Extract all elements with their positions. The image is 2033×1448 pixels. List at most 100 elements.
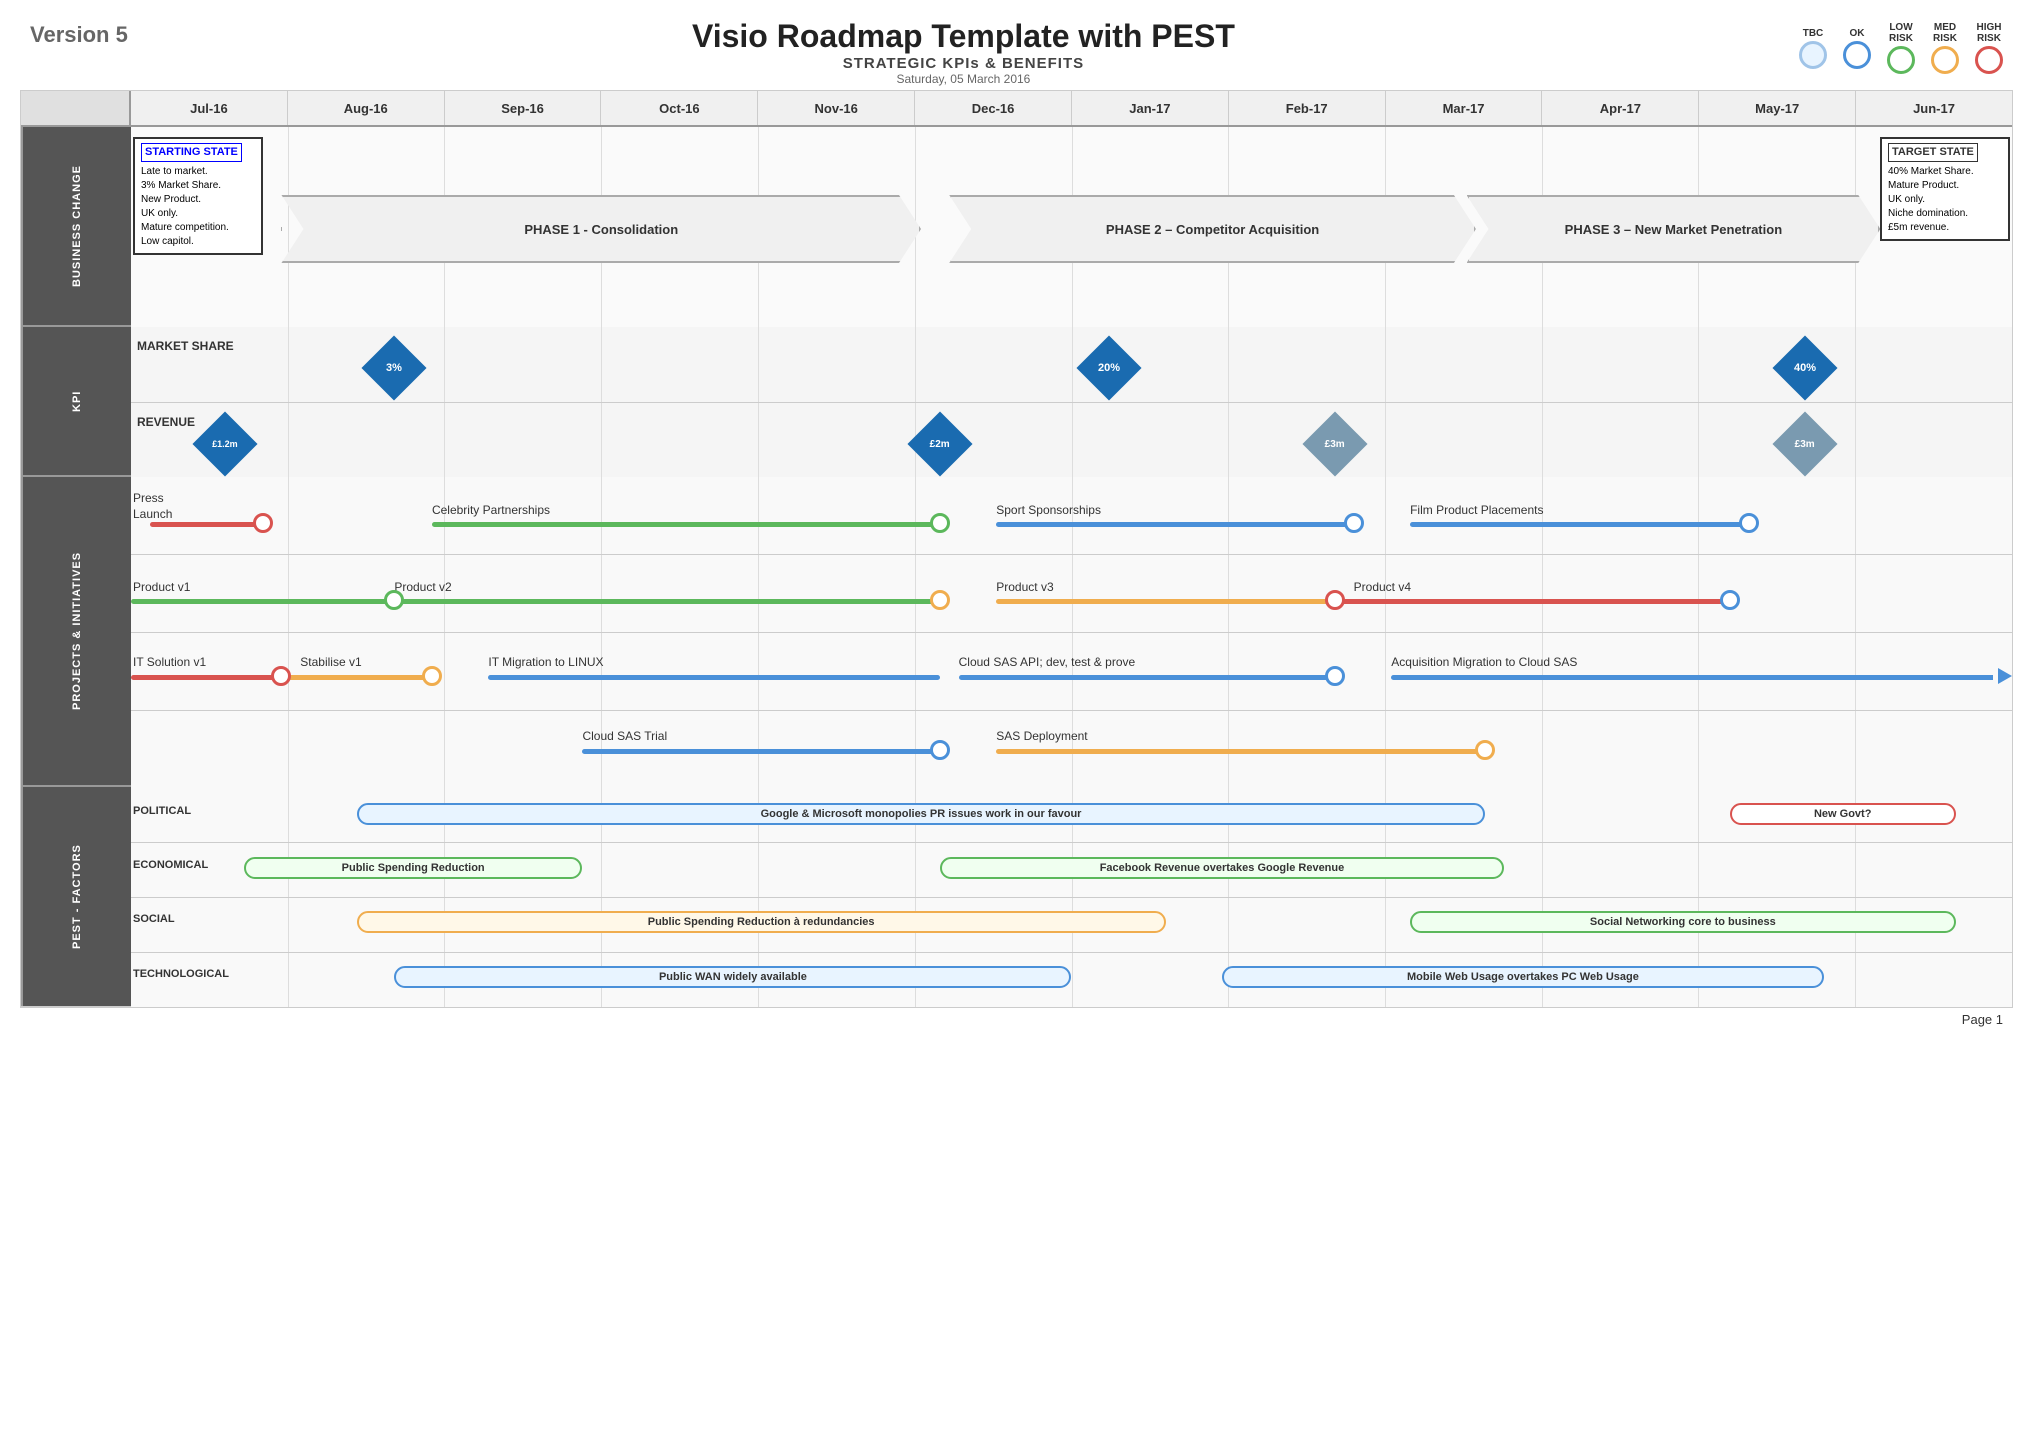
month-dec16: Dec-16 [915,91,1072,125]
kpi-rev-3m-1-text: £3m [1325,438,1345,449]
prodv2-label: Product v2 [394,580,451,594]
business-change-label: BUSINESS CHANGE [21,127,131,325]
kpi-ms-3pct-text: 3% [386,362,402,374]
cloudtrial-line [582,749,939,754]
social-bar1-text: Public Spending Reduction à redundancies [648,916,875,928]
tech-label: TECHNOLOGICAL [133,968,229,980]
kpi-rev-3m-1: £3m [1302,411,1367,476]
month-oct16: Oct-16 [601,91,758,125]
prodv3-line [996,599,1335,604]
legend-ok-label: OK [1850,28,1865,39]
tech-bar2: Mobile Web Usage overtakes PC Web Usage [1222,966,1824,988]
page-number: Page 1 [1962,1012,2003,1027]
celebrity-dot [930,513,950,533]
film-label: Film Product Placements [1410,503,1543,517]
sasdeploy-line [996,749,1485,754]
linux-label: IT Migration to LINUX [488,655,603,669]
phase3-arrow: PHASE 3 – New Market Penetration [1467,195,1881,263]
target-state-box: TARGET STATE 40% Market Share. Mature Pr… [1880,137,2010,241]
prodv4-label: Product v4 [1354,580,1411,594]
tech-bar2-text: Mobile Web Usage overtakes PC Web Usage [1407,971,1639,983]
target-state-line1: 40% Market Share. [1888,165,2002,179]
legend-low-risk: LOWRISK [1887,22,1915,74]
date-label: Saturday, 05 March 2016 [128,72,1799,86]
econ-bar2-text: Facebook Revenue overtakes Google Revenu… [1100,862,1345,874]
social-bar2: Social Networking core to business [1410,911,1955,933]
pest-content: POLITICAL Google & Microsoft monopolies … [131,787,2012,1007]
political-bar1: Google & Microsoft monopolies PR issues … [357,803,1486,825]
cloudsas-label: Cloud SAS API; dev, test & prove [959,655,1136,669]
social-bar1: Public Spending Reduction à redundancies [357,911,1166,933]
revenue-label: REVENUE [137,415,195,429]
kpi-ms-3pct: 3% [362,335,427,400]
month-apr17: Apr-17 [1542,91,1699,125]
cloudsas-line [959,675,1335,680]
legend-med-label: MEDRISK [1933,22,1957,44]
legend-low-label: LOWRISK [1889,22,1913,44]
kpi-rev-3m-2: £3m [1773,411,1838,476]
left-connector [281,227,282,231]
sport-dot [1344,513,1364,533]
sub-title: STRATEGIC KPIs & BENEFITS [128,55,1799,72]
legend: TBC OK LOWRISK MEDRISK HIGHRISK [1799,22,2003,74]
acq-line [1391,675,1993,680]
legend-med-circle [1931,46,1959,74]
celebrity-line [432,522,940,527]
cloudtrial-dot [930,740,950,760]
target-state-line5: £5m revenue. [1888,221,2002,235]
political-label: POLITICAL [133,805,191,817]
film-line [1410,522,1749,527]
starting-state-line1: Late to market. [141,165,255,179]
linux-line [488,675,939,680]
month-may17: May-17 [1699,91,1856,125]
target-state-line2: Mature Product. [1888,179,2002,193]
projects-content: PressLaunch Celebrity Partnerships Sport… [131,477,2012,787]
legend-ok-circle [1843,41,1871,69]
cloudsas-dot [1325,666,1345,686]
celebrity-label: Celebrity Partnerships [432,503,550,517]
econ-bar1-text: Public Spending Reduction [342,862,485,874]
econ-bar1: Public Spending Reduction [244,857,583,879]
legend-tbc: TBC [1799,28,1827,69]
press-launch-dot [253,513,273,533]
phase3-label: PHASE 3 – New Market Penetration [1535,222,1812,237]
month-nov16: Nov-16 [758,91,915,125]
pest-label: PEST - FACTORS [21,787,131,1006]
pest-row: PEST - FACTORS POLITICAL [21,787,2012,1007]
starting-state-line2: 3% Market Share. [141,179,255,193]
month-jun17: Jun-17 [1856,91,2012,125]
tech-bar1-text: Public WAN widely available [659,971,807,983]
kpi-ms-20pct: 20% [1077,335,1142,400]
sasdeploy-dot [1475,740,1495,760]
market-share-label: MARKET SHARE [137,339,234,353]
projects-label: PROJECTS & INITIATIVES [21,477,131,785]
page-footer: Page 1 [10,1008,2023,1031]
kpi-rev-2m-text: £2m [930,438,950,449]
kpi-ms-20pct-text: 20% [1098,362,1120,374]
month-feb17: Feb-17 [1229,91,1386,125]
prodv1-label: Product v1 [133,580,190,594]
target-state-title: TARGET STATE [1888,143,1978,162]
press-launch-line [150,522,263,527]
prodv4-dot [1720,590,1740,610]
version-label: Version 5 [30,22,128,48]
legend-high-risk: HIGHRISK [1975,22,2003,74]
starting-state-line4: UK only. [141,207,255,221]
stab-dot [422,666,442,686]
title-block: Visio Roadmap Template with PEST STRATEG… [128,18,1799,86]
cloudtrial-label: Cloud SAS Trial [582,729,667,743]
prodv2-dot [930,590,950,610]
sport-label: Sport Sponsorships [996,503,1101,517]
month-aug16: Aug-16 [288,91,445,125]
political-bar1-text: Google & Microsoft monopolies PR issues … [761,808,1082,820]
month-sep16: Sep-16 [445,91,602,125]
kpi-label: KPI [21,327,131,475]
press-launch-label: PressLaunch [133,491,172,522]
political-bar2-text: New Govt? [1814,808,1871,820]
timeline-container: Jul-16 Aug-16 Sep-16 Oct-16 Nov-16 Dec-1… [20,90,2013,1008]
prodv3-dot [1325,590,1345,610]
phase1-label: PHASE 1 - Consolidation [494,222,708,237]
phase2-arrow: PHASE 2 – Competitor Acquisition [949,195,1476,263]
grid-1 [288,127,289,327]
kpi-ms-40pct: 40% [1773,335,1838,400]
